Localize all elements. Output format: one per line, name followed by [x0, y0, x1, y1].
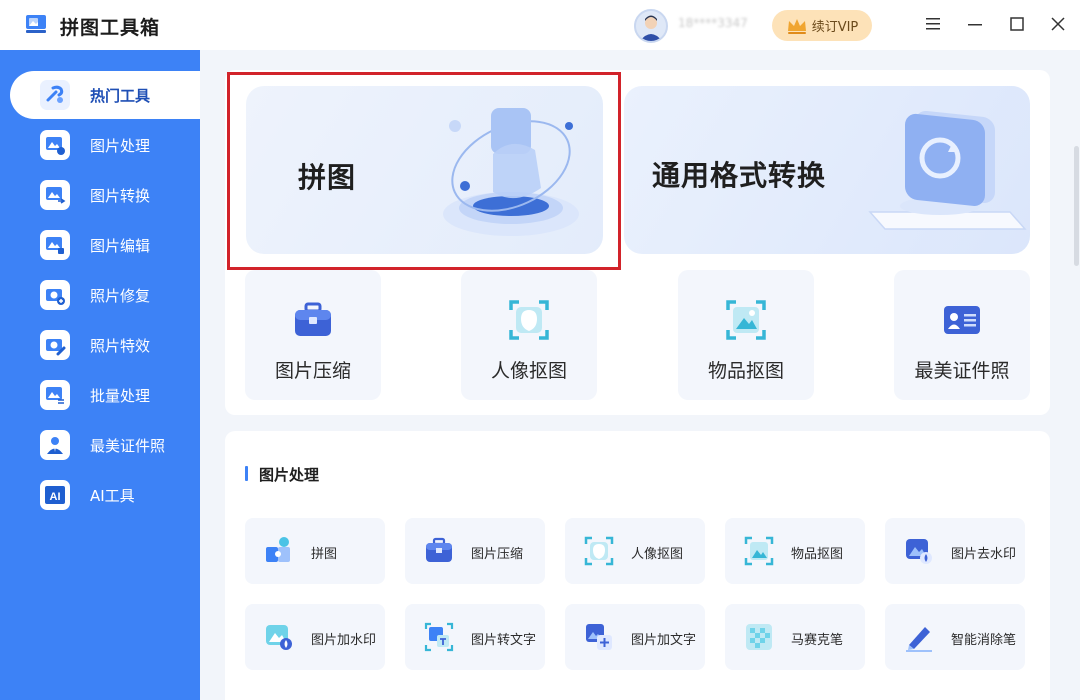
- banner-title: 通用格式转换: [652, 159, 827, 192]
- object-cutout-icon: [744, 536, 774, 566]
- sidebar-item-label: 图片编辑: [90, 236, 151, 255]
- sidebar-item-label: 图片转换: [90, 186, 151, 205]
- menu-icon: [926, 18, 940, 30]
- compress-toolbox-icon: [295, 302, 331, 336]
- puzzle-banner[interactable]: 拼图: [246, 86, 603, 254]
- vip-label: 续订VIP: [811, 20, 859, 35]
- scrollbar[interactable]: [1073, 50, 1080, 700]
- toolbox-logo-icon: [26, 15, 46, 33]
- scrollbar-thumb[interactable]: [1074, 146, 1079, 266]
- smart-eraser-icon: [906, 627, 932, 652]
- maximize-button[interactable]: [1006, 13, 1028, 35]
- tool-label: 图片加文字: [631, 633, 697, 648]
- sidebar-item-label: 图片处理: [90, 136, 151, 155]
- ai-tools-icon: AI: [40, 480, 70, 510]
- tool-card-smart-eraser[interactable]: 智能消除笔: [885, 604, 1025, 670]
- tool-card-add-watermark[interactable]: 图片加水印: [245, 604, 385, 670]
- tool-card-puzzle[interactable]: 拼图: [245, 518, 385, 584]
- portrait-cutout-icon: [584, 536, 614, 566]
- user-avatar-icon: [640, 15, 662, 41]
- close-button[interactable]: [1047, 13, 1069, 35]
- mosaic-pen-icon: [746, 624, 772, 650]
- tool-label: 图片压缩: [274, 360, 351, 382]
- section-title: 图片处理: [259, 466, 320, 484]
- sidebar-item-batch-process[interactable]: 批量处理: [10, 371, 200, 419]
- sidebar-item-photo-effects[interactable]: 照片特效: [10, 321, 200, 369]
- section-marker: [245, 466, 248, 481]
- tool-label: 物品抠图: [791, 547, 844, 562]
- renew-vip-button[interactable]: 续订VIP: [772, 10, 872, 41]
- photo-repair-icon: [40, 280, 70, 310]
- sidebar-item-label: 热门工具: [90, 86, 151, 105]
- image-to-text-icon: [424, 622, 454, 652]
- tool-label: 马赛克笔: [791, 633, 844, 648]
- banner-title: 拼图: [298, 161, 357, 194]
- portrait-cutout-icon: [509, 300, 549, 340]
- crown-icon: [787, 18, 806, 34]
- title-bar: 拼图工具箱 18****3347 续订VIP: [0, 0, 1080, 50]
- id-photo-icon: [40, 430, 70, 460]
- tool-card-remove-watermark[interactable]: 图片去水印: [885, 518, 1025, 584]
- tool-card-image-to-text[interactable]: 图片转文字: [405, 604, 545, 670]
- format-convert-banner[interactable]: 通用格式转换: [624, 86, 1030, 254]
- sidebar-item-photo-repair[interactable]: 照片修复: [10, 271, 200, 319]
- tool-card-add-text[interactable]: 图片加文字: [565, 604, 705, 670]
- sidebar-item-image-convert[interactable]: 图片转换: [10, 171, 200, 219]
- compress-icon: [426, 537, 452, 562]
- add-text-icon: [586, 624, 612, 650]
- add-watermark-icon: [266, 625, 292, 650]
- sidebar-item-image-process[interactable]: 图片处理: [10, 121, 200, 169]
- maximize-icon: [1010, 17, 1024, 31]
- tool-label: 人像抠图: [490, 360, 567, 382]
- hot-tool-id-photo[interactable]: 最美证件照: [894, 270, 1030, 400]
- hot-tools-icon: [40, 80, 70, 110]
- tool-label: 拼图: [311, 547, 338, 562]
- tool-label: 图片去水印: [951, 547, 1017, 562]
- tool-label: 智能消除笔: [951, 633, 1017, 648]
- tool-label: 人像抠图: [631, 547, 684, 562]
- tool-card-mosaic-pen[interactable]: 马赛克笔: [725, 604, 865, 670]
- sidebar-item-label: 照片特效: [90, 336, 151, 355]
- hot-tool-object-cutout[interactable]: 物品抠图: [678, 270, 814, 400]
- tool-label: 图片转文字: [471, 633, 537, 648]
- tool-card-object-cutout[interactable]: 物品抠图: [725, 518, 865, 584]
- sidebar-item-label: AI工具: [90, 486, 135, 505]
- tool-card-compress[interactable]: 图片压缩: [405, 518, 545, 584]
- sidebar: 热门工具 图片处理 图片转换 图片编辑 照片修复 照片特效 批量处理 最美证件照…: [0, 50, 200, 700]
- tool-label: 物品抠图: [707, 360, 784, 382]
- puzzle-icon: [266, 537, 290, 562]
- image-edit-icon: [40, 230, 70, 260]
- puzzle-illustration-icon: [443, 108, 579, 236]
- close-icon: [1051, 17, 1065, 31]
- format-convert-illustration-icon: [868, 110, 1027, 230]
- sidebar-item-ai-tools[interactable]: AI AI工具: [10, 471, 200, 519]
- menu-button[interactable]: [922, 13, 944, 35]
- batch-process-icon: [40, 380, 70, 410]
- tool-label: 图片加水印: [311, 633, 377, 648]
- object-cutout-icon: [726, 300, 766, 340]
- photo-effects-icon: [40, 330, 70, 360]
- sidebar-item-label: 最美证件照: [90, 436, 166, 455]
- image-convert-icon: [40, 180, 70, 210]
- hot-tool-portrait-cutout[interactable]: 人像抠图: [461, 270, 597, 400]
- tool-label: 图片压缩: [471, 547, 524, 562]
- avatar[interactable]: [634, 9, 668, 43]
- hot-tool-compress[interactable]: 图片压缩: [245, 270, 381, 400]
- minimize-icon: [968, 24, 982, 26]
- username: 18****3347: [678, 16, 748, 30]
- minimize-button[interactable]: [964, 13, 986, 35]
- remove-watermark-icon: [906, 539, 932, 564]
- sidebar-item-id-photo[interactable]: 最美证件照: [10, 421, 200, 469]
- sidebar-item-label: 照片修复: [90, 286, 151, 305]
- sidebar-item-image-edit[interactable]: 图片编辑: [10, 221, 200, 269]
- image-process-icon: [40, 130, 70, 160]
- tool-card-portrait-cutout[interactable]: 人像抠图: [565, 518, 705, 584]
- svg-text:AI: AI: [50, 491, 61, 503]
- id-card-icon: [944, 306, 980, 334]
- app-title: 拼图工具箱: [60, 17, 161, 39]
- tool-label: 最美证件照: [914, 360, 1010, 382]
- sidebar-item-label: 批量处理: [90, 386, 151, 405]
- sidebar-item-hot-tools[interactable]: 热门工具: [10, 71, 200, 119]
